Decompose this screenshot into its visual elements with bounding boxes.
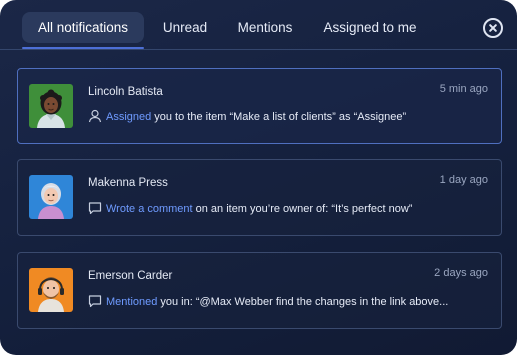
wrote-comment-link[interactable]: Wrote a comment	[106, 203, 193, 215]
mentioned-link[interactable]: Mentioned	[106, 296, 157, 308]
sender-name: Makenna Press	[88, 177, 168, 189]
notification-text: Wrote a comment on an item you’re owner o…	[88, 201, 412, 215]
tab-bar: All notifications Unread Mentions Assign…	[0, 0, 517, 50]
close-icon[interactable]	[483, 18, 503, 38]
comment-icon	[88, 202, 102, 215]
notification-item[interactable]: Makenna Press 1 day ago Wrote a comment o…	[17, 159, 502, 236]
notification-text: Assigned you to the item “Make a list of …	[88, 109, 406, 123]
notification-message: on an item you’re owner of: “It’s perfec…	[195, 203, 413, 215]
notifications-panel: All notifications Unread Mentions Assign…	[0, 0, 517, 355]
tab-all-notifications[interactable]: All notifications	[22, 12, 144, 43]
user-icon	[88, 109, 102, 123]
sender-name: Emerson Carder	[88, 270, 173, 282]
avatar	[29, 84, 73, 128]
active-tab-indicator	[22, 47, 144, 49]
avatar	[29, 268, 73, 312]
notification-message: you in: “@Max Webber find the changes in…	[160, 296, 449, 308]
sender-name: Lincoln Batista	[88, 86, 163, 98]
timestamp: 1 day ago	[439, 174, 488, 186]
timestamp: 2 days ago	[434, 267, 488, 279]
notification-item[interactable]: Emerson Carder 2 days ago Mentioned you i…	[17, 252, 502, 329]
avatar-lincoln-icon	[29, 84, 73, 128]
avatar	[29, 175, 73, 219]
tab-assigned-to-me[interactable]: Assigned to me	[314, 12, 426, 43]
timestamp: 5 min ago	[439, 83, 488, 95]
notification-item[interactable]: Lincoln Batista 5 min ago Assigned you to…	[17, 68, 502, 144]
assigned-link[interactable]: Assigned	[106, 111, 151, 123]
comment-icon	[88, 295, 102, 308]
notification-text: Mentioned you in: “@Max Webber find the c…	[88, 294, 448, 308]
avatar-emerson-icon	[29, 268, 73, 312]
avatar-makenna-icon	[29, 175, 73, 219]
tab-unread[interactable]: Unread	[154, 12, 216, 43]
notification-message: you to the item “Make a list of clients”…	[154, 111, 407, 123]
tab-mentions[interactable]: Mentions	[226, 12, 304, 43]
